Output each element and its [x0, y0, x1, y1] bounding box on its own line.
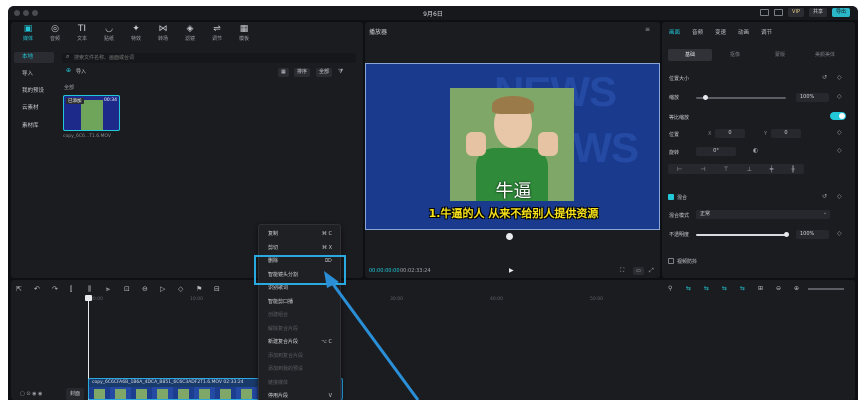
app-window: 9月6日 VIP 共享 导出 ▣ 媒体 ◎ 音频 TI 文本 ◡ 贴纸 ✦ 特效 ⋈ 转场 ◈ 滤镜 ⇌ 调节…	[8, 6, 858, 400]
annotation-arrow	[324, 271, 420, 400]
